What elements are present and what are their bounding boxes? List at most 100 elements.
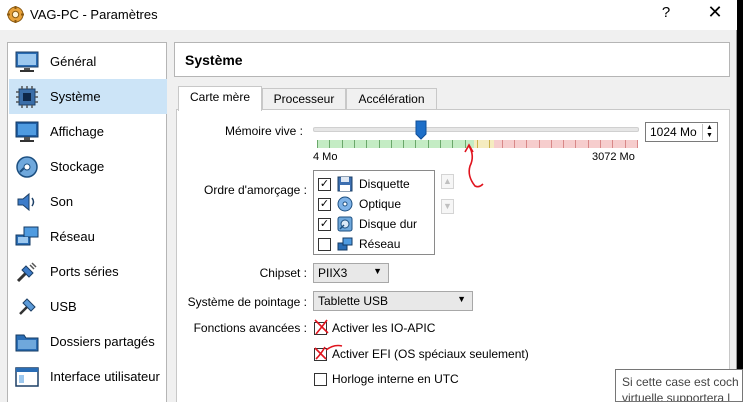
memory-scale-tick xyxy=(526,140,527,148)
sidebar-item-user-interface[interactable]: Interface utilisateur xyxy=(9,359,167,394)
memory-scale-tick xyxy=(551,140,552,148)
boot-hard-disk-checkbox[interactable]: ✓ xyxy=(318,217,331,231)
memory-scale-tick xyxy=(317,140,318,148)
memory-scale-tick xyxy=(637,140,638,148)
pointing-label: Système de pointage : xyxy=(187,295,307,309)
memory-scale-tick xyxy=(403,140,404,148)
display-icon xyxy=(14,119,40,145)
efi-option[interactable]: Activer EFI (OS spéciaux seulement) xyxy=(314,346,529,362)
boot-order-list: ✓ Disquette ✓ Optique ✓ Disque dur Résea… xyxy=(313,170,435,255)
memory-min-label: 4 Mo xyxy=(313,151,338,163)
sidebar-item-system[interactable]: Système xyxy=(9,79,167,114)
optical-disc-icon xyxy=(337,196,353,212)
motherboard-panel: Mémoire vive : 4 Mo 3072 Mo 1024 Mo ▲ ▼ xyxy=(176,109,730,402)
system-icon xyxy=(14,84,40,110)
storage-icon xyxy=(14,154,40,180)
utc-option[interactable]: Horloge interne en UTC xyxy=(314,371,459,387)
features-label: Fonctions avancées : xyxy=(193,321,307,335)
memory-scale-tick xyxy=(379,140,380,148)
boot-item-hard-disk[interactable]: ✓ Disque dur xyxy=(318,214,417,234)
boot-item-floppy[interactable]: ✓ Disquette xyxy=(318,174,410,194)
sidebar-item-audio[interactable]: Son xyxy=(9,184,167,219)
memory-slider-track[interactable] xyxy=(313,127,639,132)
memory-scale-tick xyxy=(354,140,355,148)
settings-window: VAG-PC - Paramètres ? ✕ Général Système … xyxy=(0,0,737,402)
sidebar-item-general[interactable]: Général xyxy=(9,44,167,79)
tooltip: Si cette case est coch virtuelle support… xyxy=(615,369,743,402)
sidebar-item-label: Général xyxy=(50,54,97,69)
network-icon xyxy=(14,224,40,250)
settings-content: Système Carte mère Processeur Accélérati… xyxy=(174,42,737,402)
sidebar-item-network[interactable]: Réseau xyxy=(9,219,167,254)
io-apic-option[interactable]: Activer les IO-APIC xyxy=(314,320,435,336)
red-arrow-annotation xyxy=(464,143,484,188)
boot-item-network[interactable]: Réseau xyxy=(318,234,400,254)
boot-item-label: Disquette xyxy=(359,177,410,191)
memory-scale-tick xyxy=(588,140,589,148)
title-bar: VAG-PC - Paramètres ? ✕ xyxy=(0,0,737,30)
utc-label: Horloge interne en UTC xyxy=(332,372,459,386)
usb-icon xyxy=(14,294,40,320)
boot-item-optical[interactable]: ✓ Optique xyxy=(318,194,401,214)
memory-decrease-button[interactable]: ▼ xyxy=(703,132,716,140)
memory-scale-tick xyxy=(342,140,343,148)
sidebar-item-label: Système xyxy=(50,89,101,104)
utc-checkbox[interactable] xyxy=(314,372,327,386)
sidebar-item-shared-folders[interactable]: Dossiers partagés xyxy=(9,324,167,359)
pointing-value: Tablette USB xyxy=(318,294,389,308)
sidebar-item-label: USB xyxy=(50,299,77,314)
tab-processor[interactable]: Processeur xyxy=(262,88,346,110)
sidebar-item-label: Affichage xyxy=(50,124,104,139)
memory-scale-tick xyxy=(539,140,540,148)
memory-scale-tick xyxy=(415,140,416,148)
tooltip-line: Si cette case est coch xyxy=(622,375,739,389)
window-title: VAG-PC - Paramètres xyxy=(30,7,158,22)
memory-scale-tick xyxy=(514,140,515,148)
boot-floppy-checkbox[interactable]: ✓ xyxy=(318,177,331,191)
floppy-icon xyxy=(337,176,353,192)
memory-value: 1024 Mo xyxy=(650,125,697,139)
sidebar-item-display[interactable]: Affichage xyxy=(9,114,167,149)
section-header: Système xyxy=(174,42,730,77)
chipset-label: Chipset : xyxy=(259,266,307,280)
memory-max-label: 3072 Mo xyxy=(592,151,635,163)
boot-network-checkbox[interactable] xyxy=(318,237,331,251)
shared-folder-icon xyxy=(14,329,40,355)
io-apic-label: Activer les IO-APIC xyxy=(332,321,436,335)
chipset-select[interactable]: PIIX3 ▼ xyxy=(313,263,389,283)
boot-optical-checkbox[interactable]: ✓ xyxy=(318,197,331,211)
close-button[interactable]: ✕ xyxy=(700,2,730,26)
network-boot-icon xyxy=(337,237,353,251)
sidebar-item-usb[interactable]: USB xyxy=(9,289,167,324)
boot-move-up-button[interactable]: ▲ xyxy=(441,174,454,189)
tab-motherboard[interactable]: Carte mère xyxy=(178,86,262,111)
memory-scale-tick xyxy=(366,140,367,148)
memory-spinbox[interactable]: 1024 Mo ▲ ▼ xyxy=(645,122,718,142)
io-apic-checkbox[interactable] xyxy=(314,321,327,335)
sidebar-item-label: Dossiers partagés xyxy=(50,334,155,349)
sidebar-item-label: Ports séries xyxy=(50,264,119,279)
tab-acceleration[interactable]: Accélération xyxy=(346,88,437,110)
tooltip-line: virtuelle supportera l xyxy=(622,391,731,402)
general-icon xyxy=(14,49,40,75)
memory-scale-tick xyxy=(575,140,576,148)
boot-move-down-button[interactable]: ▼ xyxy=(441,199,454,214)
user-interface-icon xyxy=(14,364,40,390)
sidebar-item-storage[interactable]: Stockage xyxy=(9,149,167,184)
pointing-select[interactable]: Tablette USB ▼ xyxy=(313,291,473,311)
sidebar-item-label: Interface utilisateur xyxy=(50,369,160,384)
sidebar-item-serial-ports[interactable]: Ports séries xyxy=(9,254,167,289)
memory-scale-tick xyxy=(428,140,429,148)
memory-scale-tick xyxy=(625,140,626,148)
efi-checkbox[interactable] xyxy=(314,347,327,361)
memory-scale xyxy=(317,140,638,148)
memory-scale-tick xyxy=(465,140,466,148)
help-button[interactable]: ? xyxy=(656,4,676,26)
sidebar-item-label: Son xyxy=(50,194,74,209)
memory-slider-thumb[interactable] xyxy=(415,120,427,140)
audio-icon xyxy=(14,189,40,215)
memory-scale-tick xyxy=(600,140,601,148)
memory-increase-button[interactable]: ▲ xyxy=(703,124,716,132)
memory-scale-tick xyxy=(452,140,453,148)
memory-scale-tick xyxy=(489,140,490,148)
